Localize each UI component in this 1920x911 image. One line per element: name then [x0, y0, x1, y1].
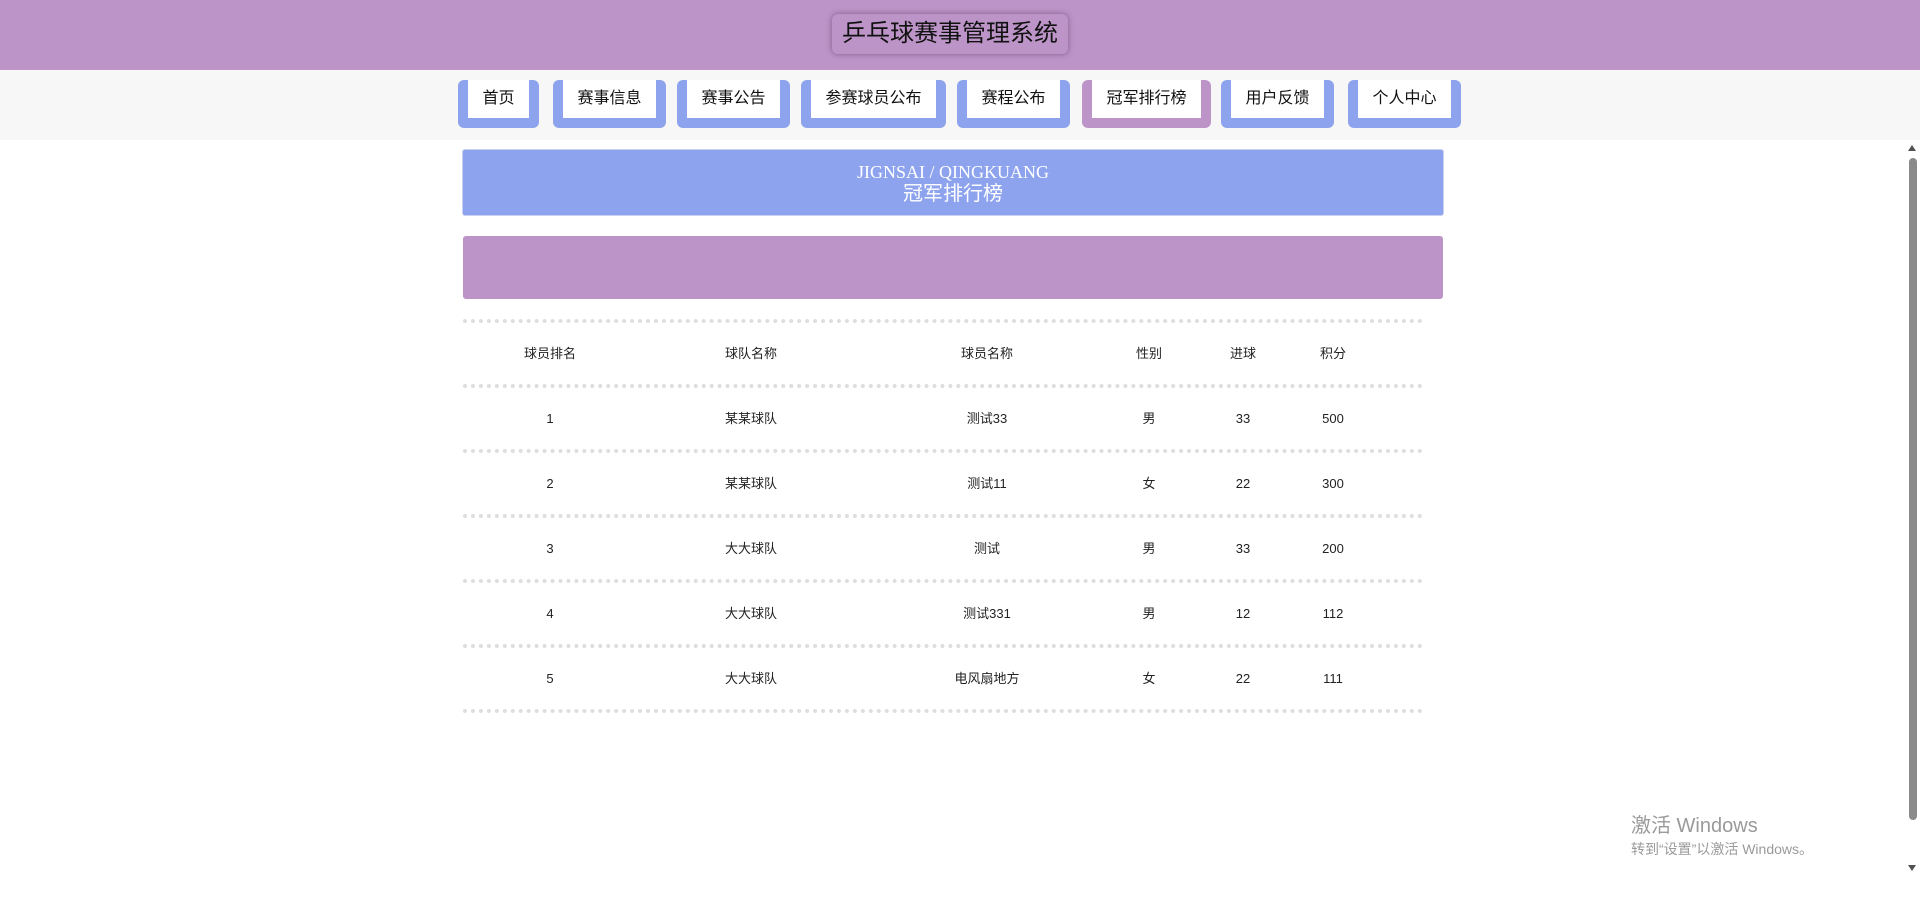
table-row: 1 某某球队 测试33 男 33 500	[463, 384, 1423, 449]
windows-activation-watermark: 激活 Windows 转到“设置”以激活 Windows。	[1631, 814, 1813, 858]
nav-label: 赛程公布	[967, 80, 1060, 118]
nav-label: 赛事公告	[687, 80, 780, 118]
team-cell: 大大球队	[724, 541, 777, 556]
player-cell: 测试331	[963, 606, 1011, 621]
points-cell: 112	[1322, 606, 1344, 621]
gender-cell: 男	[1142, 606, 1156, 621]
nav-players[interactable]: 参赛球员公布	[801, 80, 946, 128]
goals-cell: 33	[1235, 411, 1251, 426]
rank-cell: 1	[546, 411, 554, 426]
team-cell: 某某球队	[724, 476, 777, 491]
nav-label: 参赛球员公布	[811, 80, 936, 118]
vertical-scrollbar[interactable]	[1905, 140, 1920, 911]
gender-cell: 男	[1142, 411, 1156, 426]
site-title: 乒乓球赛事管理系统	[832, 14, 1068, 54]
nav-label: 首页	[468, 80, 529, 118]
nav-champion-ranking[interactable]: 冠军排行榜	[1082, 80, 1211, 128]
player-cell: 测试	[973, 541, 1000, 556]
banner-subtitle: JIGNSAI / QINGKUANG	[857, 162, 1049, 182]
ranking-table: 球员排名 球队名称 球员名称 性别 进球 积分 1 某某球队 测试33 男 33…	[463, 319, 1423, 713]
table-header-row: 球员排名 球队名称 球员名称 性别 进球 积分	[463, 319, 1423, 384]
team-cell: 大大球队	[724, 606, 777, 621]
scroll-down-arrow-icon[interactable]	[1908, 865, 1916, 871]
goals-cell: 12	[1235, 606, 1251, 621]
player-cell: 电风扇地方	[954, 671, 1020, 686]
gender-cell: 男	[1142, 541, 1156, 556]
page-banner: JIGNSAI / QINGKUANG 冠军排行榜	[462, 149, 1444, 216]
nav-label: 用户反馈	[1231, 80, 1324, 118]
rank-cell: 3	[546, 541, 554, 556]
watermark-title: 激活 Windows	[1631, 815, 1758, 837]
points-cell: 111	[1323, 671, 1343, 686]
scroll-up-arrow-icon[interactable]	[1908, 145, 1916, 151]
team-cell: 某某球队	[724, 411, 777, 426]
rank-cell: 4	[546, 606, 554, 621]
nav-home[interactable]: 首页	[458, 80, 539, 128]
gender-cell: 女	[1142, 671, 1156, 686]
table-row: 3 大大球队 测试 男 33 200	[463, 514, 1423, 579]
page-title: 冠军排行榜	[903, 183, 1003, 205]
goals-cell: 22	[1235, 476, 1251, 491]
column-header: 性别	[1135, 346, 1162, 361]
watermark-subtitle: 转到“设置”以激活 Windows。	[1631, 841, 1814, 857]
nav-schedule[interactable]: 赛程公布	[957, 80, 1070, 128]
table-row: 4 大大球队 测试331 男 12 112	[463, 579, 1423, 644]
rank-cell: 5	[546, 671, 554, 686]
nav-feedback[interactable]: 用户反馈	[1221, 80, 1334, 128]
gender-cell: 女	[1142, 476, 1156, 491]
rank-cell: 2	[546, 476, 554, 491]
nav-event-info[interactable]: 赛事信息	[553, 80, 666, 128]
points-cell: 300	[1322, 476, 1344, 491]
nav-label: 冠军排行榜	[1092, 80, 1201, 118]
table-row: 5 大大球队 电风扇地方 女 22 111	[463, 644, 1423, 713]
scroll-thumb[interactable]	[1909, 158, 1917, 820]
column-header: 球员名称	[960, 346, 1013, 361]
column-header: 进球	[1229, 346, 1256, 361]
column-header: 球队名称	[724, 346, 777, 361]
nav-label: 赛事信息	[563, 80, 656, 118]
table-row: 2 某某球队 测试11 女 22 300	[463, 449, 1423, 514]
site-header: 乒乓球赛事管理系统	[0, 0, 1920, 70]
nav-label: 个人中心	[1358, 80, 1451, 118]
goals-cell: 33	[1235, 541, 1251, 556]
goals-cell: 22	[1235, 671, 1251, 686]
team-cell: 大大球队	[724, 671, 777, 686]
section-bar	[463, 236, 1443, 299]
player-cell: 测试33	[966, 411, 1008, 426]
main-nav: 首页 赛事信息 赛事公告 参赛球员公布 赛程公布 冠军排行榜 用户反馈 个人中心	[0, 70, 1920, 140]
column-header: 球员排名	[523, 346, 576, 361]
points-cell: 200	[1322, 541, 1344, 556]
player-cell: 测试11	[967, 476, 1007, 491]
points-cell: 500	[1322, 411, 1344, 426]
column-header: 积分	[1319, 346, 1346, 361]
nav-event-notice[interactable]: 赛事公告	[677, 80, 790, 128]
nav-user-center[interactable]: 个人中心	[1348, 80, 1461, 128]
